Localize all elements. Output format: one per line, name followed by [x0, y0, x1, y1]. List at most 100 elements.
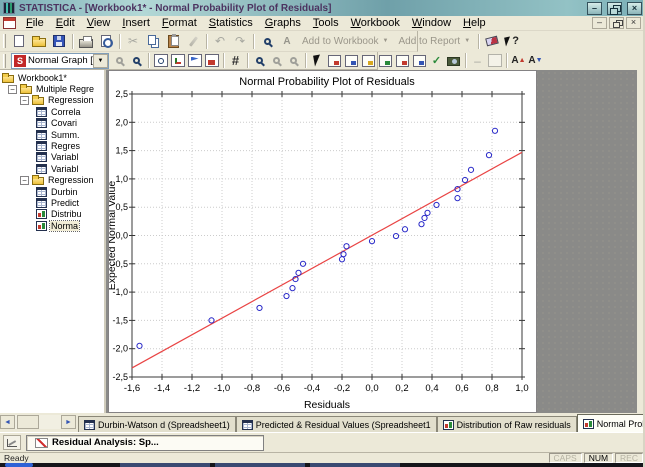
tree-item-multiple-regression[interactable]: − Multiple Regre	[0, 83, 104, 95]
print-preview-button[interactable]	[96, 32, 116, 50]
graph-options-button[interactable]	[169, 53, 186, 69]
add-to-report-button[interactable]: Add to Report ▼	[393, 36, 475, 47]
check-icon: ✓	[431, 55, 442, 67]
decrease-font-button[interactable]: A ▼	[527, 53, 544, 69]
gridlines-button[interactable]: #	[227, 53, 244, 69]
start-button-sliver[interactable]	[5, 463, 33, 467]
scrollbar-thumb[interactable]	[17, 415, 39, 429]
selector-dropdown-button[interactable]: ▼	[93, 53, 108, 68]
context-help-button[interactable]: ?	[502, 32, 522, 50]
new-button[interactable]	[9, 32, 29, 50]
select-region-button[interactable]	[152, 53, 169, 69]
zoom-custom-button[interactable]	[285, 53, 302, 69]
menu-help[interactable]: Help	[457, 16, 492, 30]
brush-tool-button[interactable]	[186, 53, 203, 69]
graph-type-selector[interactable]: S Normal Graph [... ▼	[11, 52, 109, 69]
menu-view[interactable]: View	[81, 16, 117, 30]
add-text-button[interactable]	[343, 53, 360, 69]
cut-button[interactable]: ✂	[123, 32, 143, 50]
collapse-expander-icon[interactable]: −	[20, 95, 29, 105]
minimize-button[interactable]: –	[587, 1, 602, 15]
fill-pattern-button[interactable]	[486, 53, 503, 69]
tree-item-covariances[interactable]: Covari	[0, 118, 104, 129]
paste-button[interactable]	[163, 32, 183, 50]
snapshot-button[interactable]	[445, 53, 462, 69]
accept-button[interactable]: ✓	[428, 53, 445, 69]
child-minimize-button[interactable]: –	[592, 17, 607, 29]
zoom-out-button[interactable]	[268, 53, 285, 69]
menu-graphs[interactable]: Graphs	[259, 16, 307, 30]
collapse-expander-icon[interactable]: −	[8, 84, 17, 94]
format-painter-button[interactable]	[183, 32, 203, 50]
window-title: STATISTICA - [Workbook1* - Normal Probab…	[19, 2, 332, 14]
tree-item-normal-plot[interactable]: Norma	[0, 219, 104, 232]
restore-button[interactable]	[607, 1, 622, 15]
undo-icon: ↶	[214, 34, 226, 48]
tree-item-variables-2[interactable]: Variabl	[0, 163, 104, 174]
draw-rect-button[interactable]	[360, 53, 377, 69]
draw-arrow-icon	[396, 54, 409, 67]
printer-icon	[79, 35, 93, 48]
toolbar-grip[interactable]	[3, 53, 6, 68]
child-close-button[interactable]: ×	[626, 17, 641, 29]
add-to-workbook-button[interactable]: Add to Workbook ▼	[297, 36, 393, 47]
close-button[interactable]: ×	[627, 1, 642, 15]
tree-item-regression-2[interactable]: − Regression	[0, 175, 104, 186]
copy-button[interactable]	[143, 32, 163, 50]
tab-normal-probability-plot[interactable]: Normal Probability Plot of Residuals	[576, 414, 643, 432]
zoom-in-button[interactable]	[251, 53, 268, 69]
edit-points-button[interactable]	[326, 53, 343, 69]
open-button[interactable]	[29, 32, 49, 50]
tree-item-predicted-residuals[interactable]: Predict	[0, 197, 104, 208]
pointer-tool-button[interactable]	[309, 53, 326, 69]
num-indicator: NUM	[583, 453, 614, 463]
macro-button[interactable]	[482, 32, 502, 50]
zoom-mode-button[interactable]	[128, 53, 145, 69]
menu-insert[interactable]: Insert	[116, 16, 156, 30]
scroll-right-button[interactable]: ►	[61, 415, 76, 429]
statistica-window: STATISTICA - [Workbook1* - Normal Probab…	[0, 0, 645, 467]
toolbar-grip[interactable]	[3, 34, 6, 48]
analysis-mini-button[interactable]	[3, 435, 21, 450]
tree-item-variables-1[interactable]: Variabl	[0, 152, 104, 163]
tab-distribution[interactable]: Distribution of Raw residuals	[436, 416, 577, 432]
draw-oval-button[interactable]	[377, 53, 394, 69]
tab-predicted-residuals[interactable]: Predicted & Residual Values (Spreadsheet…	[235, 416, 437, 432]
scroll-left-button[interactable]: ◄	[0, 415, 15, 429]
tab-durbin-watson[interactable]: Durbin-Watson d (Spreadsheet1)	[78, 416, 236, 432]
tree-item-durbin-watson[interactable]: Durbin	[0, 186, 104, 197]
menu-window[interactable]: Window	[406, 16, 457, 30]
tree-item-correlations[interactable]: Correla	[0, 106, 104, 117]
redo-button[interactable]: ↷	[230, 32, 250, 50]
replace-button[interactable]: A	[277, 32, 297, 50]
save-button[interactable]	[49, 32, 69, 50]
tree-item-regression-summary[interactable]: Regres	[0, 140, 104, 152]
tree-item-distribution[interactable]: Distribu	[0, 209, 104, 220]
menu-format[interactable]: Format	[156, 16, 203, 30]
menu-edit[interactable]: Edit	[50, 16, 81, 30]
data-editor-icon	[204, 54, 219, 67]
draw-arrow-button[interactable]	[394, 53, 411, 69]
tree-item-regression-1[interactable]: − Regression	[0, 95, 104, 106]
child-restore-button[interactable]	[609, 17, 624, 29]
residual-analysis-button[interactable]: Residual Analysis: Sp...	[26, 434, 264, 451]
menu-file[interactable]: File	[20, 16, 50, 30]
collapse-expander-icon[interactable]: −	[20, 175, 29, 185]
line-style-button[interactable]: –	[469, 53, 486, 69]
menu-tools[interactable]: Tools	[307, 16, 345, 30]
tree-item-workbook1[interactable]: Workbook1*	[0, 72, 104, 83]
chevron-down-icon: ▼	[464, 38, 471, 44]
folder-icon	[32, 175, 44, 186]
find-button[interactable]	[257, 32, 277, 50]
print-button[interactable]	[76, 32, 96, 50]
menu-statistics[interactable]: Statistics	[203, 16, 259, 30]
document-app-icon[interactable]	[3, 17, 16, 29]
tree-item-summary[interactable]: Summ.	[0, 129, 104, 140]
draw-polyline-button[interactable]	[411, 53, 428, 69]
undo-button[interactable]: ↶	[210, 32, 230, 50]
zoom-tool-button[interactable]	[111, 53, 128, 69]
menu-workbook[interactable]: Workbook	[345, 16, 406, 30]
graph-data-editor-button[interactable]	[203, 53, 220, 69]
increase-font-button[interactable]: A ▲	[510, 53, 527, 69]
svg-text:2,5: 2,5	[115, 89, 128, 99]
